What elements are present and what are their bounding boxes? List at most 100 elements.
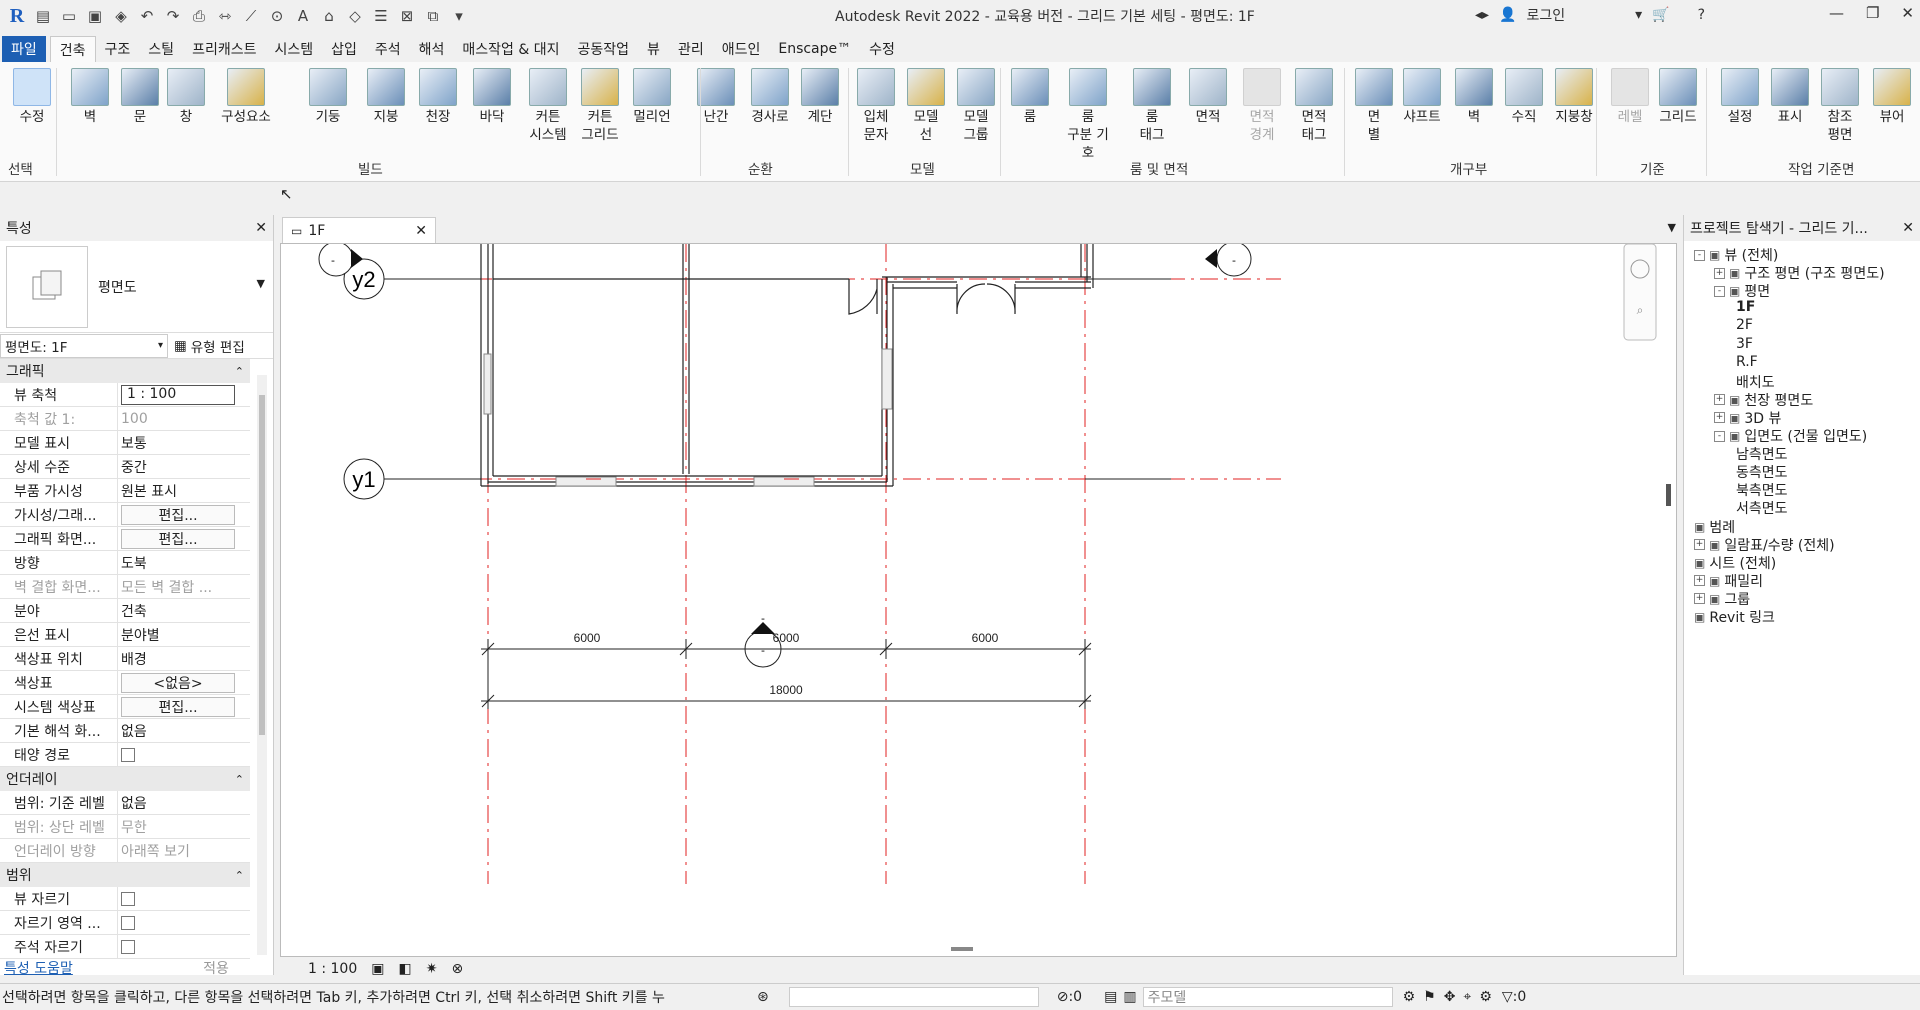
tab-6[interactable]: 삽입 xyxy=(322,36,366,62)
panel-label-4[interactable]: 룸 및 면적 xyxy=(1130,158,1188,178)
browser-node[interactable]: + ▣ 그룹 xyxy=(1694,589,1750,609)
tool-20[interactable]: 룸 태그 xyxy=(1126,66,1178,144)
property-value[interactable]: 없음 xyxy=(118,719,250,742)
panel-label-0[interactable]: 선택 xyxy=(8,158,33,178)
tool-0[interactable]: 수정 xyxy=(6,66,58,126)
tab-8[interactable]: 해석 xyxy=(410,36,454,62)
property-checkbox[interactable] xyxy=(121,891,135,906)
help-icon[interactable]: ? xyxy=(1698,7,1705,23)
tab-5[interactable]: 시스템 xyxy=(265,36,322,62)
sync-icon[interactable]: ◈ xyxy=(110,5,132,27)
tool-18[interactable]: 룸 xyxy=(1004,66,1056,126)
tag-icon[interactable]: ⊙ xyxy=(266,5,288,27)
property-checkbox[interactable] xyxy=(121,939,135,954)
worksharing-icon[interactable]: ⊛ xyxy=(757,989,769,1005)
text-icon[interactable]: A xyxy=(292,5,314,27)
tab-12[interactable]: 관리 xyxy=(669,36,713,62)
save-icon[interactable]: ▣ xyxy=(84,5,106,27)
scrollbar-thumb[interactable] xyxy=(259,395,265,735)
undo-icon[interactable]: ↶ xyxy=(136,5,158,27)
dimension-lines[interactable] xyxy=(481,639,1092,709)
dimension-icon[interactable]: ⟋ xyxy=(240,5,262,27)
user-icon[interactable]: 👤 xyxy=(1499,7,1516,23)
chevron-down-icon[interactable]: ▼ xyxy=(257,277,265,290)
tool-30[interactable]: 그리드 xyxy=(1652,66,1704,126)
tool-15[interactable]: 입체 문자 xyxy=(850,66,902,144)
edit-requests-icon[interactable]: ⊘ xyxy=(1057,989,1069,1005)
visual-style-icon[interactable]: ◧ xyxy=(398,961,411,977)
tool-13[interactable]: 경사로 xyxy=(744,66,796,126)
dimension-values[interactable]: 6000 6000 6000 18000 xyxy=(574,631,999,697)
grid-label-y2[interactable]: y2 xyxy=(352,267,375,292)
select-pinned-icon[interactable]: ✥ xyxy=(1444,989,1456,1005)
tool-8[interactable]: 바닥 xyxy=(466,66,518,126)
type-selector[interactable]: 평면도 ▼ xyxy=(0,241,273,333)
panel-label-3[interactable]: 모델 xyxy=(910,158,935,178)
tool-32[interactable]: 표시 xyxy=(1764,66,1816,126)
expand-icon[interactable]: + xyxy=(1694,539,1705,551)
tab-0[interactable]: 파일 xyxy=(2,36,46,62)
expand-icon[interactable]: + xyxy=(1694,575,1705,587)
properties-help-link[interactable]: 특성 도움말 xyxy=(0,958,73,978)
browser-node[interactable]: 2F xyxy=(1736,317,1753,333)
walls[interactable] xyxy=(480,244,1094,487)
collapse-icon[interactable]: - xyxy=(1694,249,1705,261)
tool-11[interactable]: 멀리언 xyxy=(626,66,678,126)
tool-24[interactable]: 면별 xyxy=(1348,66,1400,144)
search-icon[interactable]: ◂▸ xyxy=(1475,7,1489,23)
section-icon[interactable]: ◇ xyxy=(344,5,366,27)
tab-10[interactable]: 공동작업 xyxy=(569,36,639,62)
panel-label-6[interactable]: 기준 xyxy=(1640,158,1665,178)
revit-logo-icon[interactable]: R xyxy=(6,5,28,27)
tool-22[interactable]: 면적 경계 xyxy=(1236,66,1288,144)
tool-14[interactable]: 계단 xyxy=(794,66,846,126)
property-value[interactable]: 원본 표시 xyxy=(118,479,250,502)
tool-5[interactable]: 기둥 xyxy=(302,66,354,126)
vertical-scroll-indicator[interactable] xyxy=(1666,484,1671,506)
collapse-icon[interactable]: - xyxy=(1714,285,1725,297)
tool-31[interactable]: 설정 xyxy=(1714,66,1766,126)
tool-6[interactable]: 지붕 xyxy=(360,66,412,126)
design-options-icon[interactable]: ▥ xyxy=(1123,989,1136,1005)
property-value[interactable]: 보통 xyxy=(118,431,250,454)
model-dropdown[interactable]: 주모델 xyxy=(1142,987,1393,1007)
redo-icon[interactable]: ↷ xyxy=(162,5,184,27)
tab-9[interactable]: 매스작업 & 대지 xyxy=(453,36,568,62)
windows[interactable] xyxy=(483,348,893,487)
tool-33[interactable]: 참조 평면 xyxy=(1814,66,1866,144)
browser-node[interactable]: 3F xyxy=(1736,336,1753,352)
properties-scrollbar[interactable] xyxy=(257,375,267,955)
view-scale-input[interactable]: 1 : 100 xyxy=(121,384,235,405)
design-options-icon[interactable]: ▤ xyxy=(1104,989,1117,1005)
browser-node[interactable]: 배치도 xyxy=(1736,372,1775,392)
dimension-text[interactable]: 18000 xyxy=(769,683,803,697)
home-icon[interactable]: ▤ xyxy=(32,5,54,27)
expand-icon[interactable]: + xyxy=(1714,267,1725,279)
sun-path-icon[interactable]: ✷ xyxy=(426,961,438,977)
grid-heads[interactable] xyxy=(318,241,1252,668)
select-underlay-icon[interactable]: ⚑ xyxy=(1423,989,1436,1005)
view-scale[interactable]: 1 : 100 xyxy=(308,961,357,977)
tool-16[interactable]: 모델 선 xyxy=(900,66,952,144)
open-icon[interactable]: ▭ xyxy=(58,5,80,27)
instance-filter[interactable]: 평면도: 1F ▾ xyxy=(0,333,168,358)
tool-21[interactable]: 면적 xyxy=(1182,66,1234,126)
tool-1[interactable]: 벽 xyxy=(64,66,116,126)
property-value[interactable]: 분야별 xyxy=(118,623,250,646)
3d-view-icon[interactable]: ⌂ xyxy=(318,5,340,27)
edit-type-button[interactable]: ▦ 유형 편집 xyxy=(174,336,245,356)
section-header[interactable]: 그래픽 ⌃ xyxy=(0,359,250,383)
browser-node[interactable]: 1F xyxy=(1736,299,1755,315)
tab-4[interactable]: 프리캐스트 xyxy=(183,36,265,62)
tool-12[interactable]: 난간 xyxy=(690,66,742,126)
tool-3[interactable]: 창 xyxy=(160,66,212,126)
tool-4[interactable]: 구성요소 xyxy=(220,66,272,126)
collapse-icon[interactable]: ⌃ xyxy=(235,869,244,882)
browser-node[interactable]: 북측면도 xyxy=(1736,480,1788,500)
chevron-down-icon[interactable]: ▾ xyxy=(1635,7,1642,23)
horizontal-scroll-indicator[interactable] xyxy=(951,947,973,951)
browser-node[interactable]: + ▣ 일람표/수량 (전체) xyxy=(1694,535,1835,555)
tab-1[interactable]: 건축 xyxy=(49,36,96,62)
browser-node[interactable]: + ▣ 3D 뷰 xyxy=(1714,408,1781,428)
browser-node[interactable]: 서측면도 xyxy=(1736,498,1788,518)
